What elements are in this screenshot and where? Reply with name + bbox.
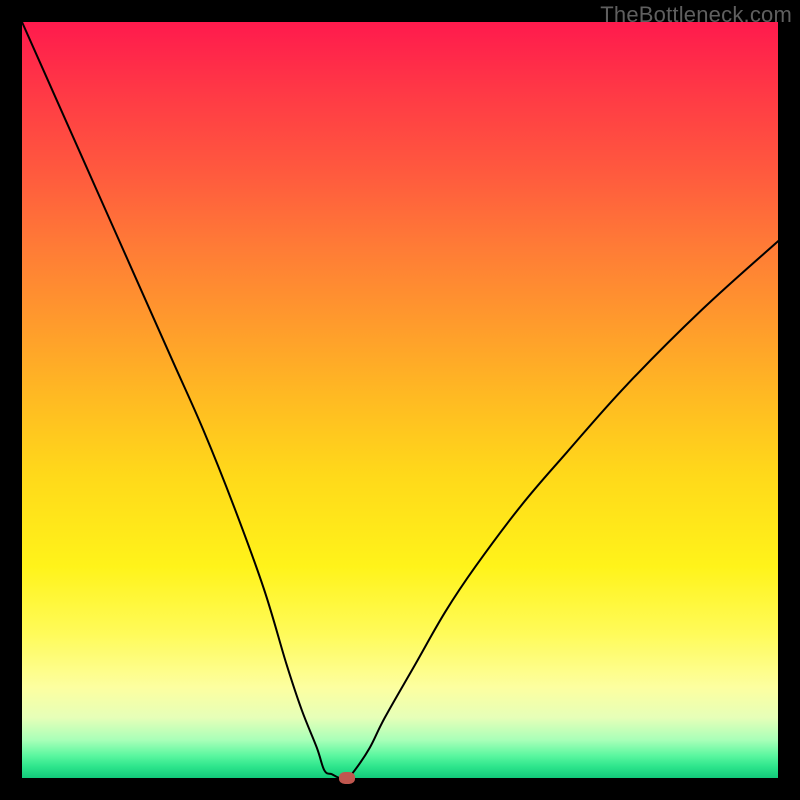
plot-area (22, 22, 778, 778)
chart-frame: TheBottleneck.com (0, 0, 800, 800)
balance-point-marker (339, 772, 355, 784)
bottleneck-curve (22, 22, 778, 778)
